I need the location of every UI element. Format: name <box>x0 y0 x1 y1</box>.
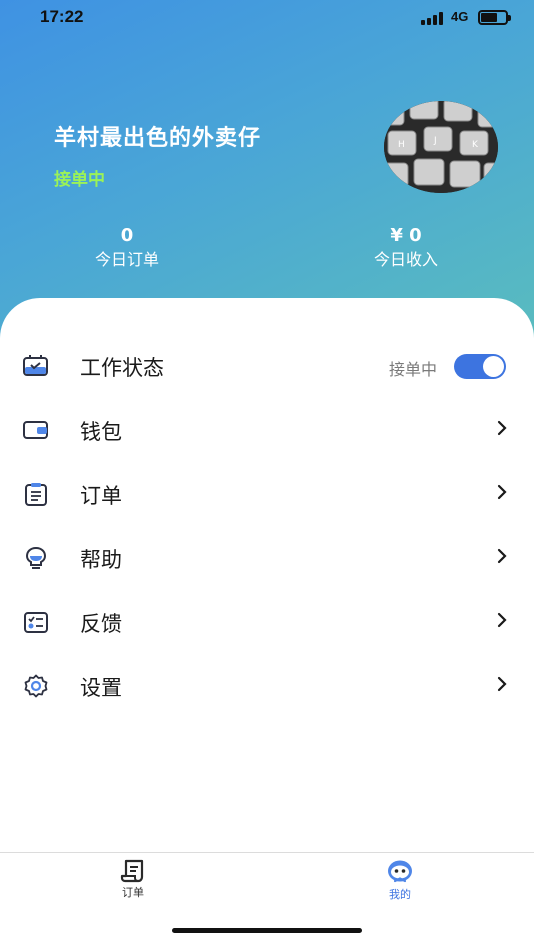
signal-icon <box>421 12 447 25</box>
menu-item-help[interactable]: 帮助 <box>0 526 534 590</box>
menu-item-orders[interactable]: 订单 <box>0 462 534 526</box>
menu-item-feedback[interactable]: 反馈 <box>0 590 534 654</box>
tab-label: 我的 <box>389 888 411 901</box>
avatar[interactable]: H J K <box>384 101 498 193</box>
status-time: 17:22 <box>40 7 84 26</box>
menu-item-work-status: 工作状态 接单中 <box>0 334 534 398</box>
status-bar: 17:22 4G <box>0 0 534 36</box>
order-receipt-icon <box>120 859 144 883</box>
stat-value: 0 <box>120 225 134 246</box>
wallet-icon <box>23 421 48 439</box>
tab-label: 订单 <box>122 886 144 899</box>
profile-header: 17:22 4G 羊村最出色的外卖仔 接单中 H J K 0 今日订单 ¥ 0 … <box>0 0 534 340</box>
chevron-right-icon <box>497 484 507 500</box>
chevron-right-icon <box>497 676 507 692</box>
tab-bar: 订单 我的 <box>0 852 534 950</box>
menu-label: 帮助 <box>80 548 122 572</box>
menu-item-settings[interactable]: 设置 <box>0 654 534 718</box>
menu-label: 订单 <box>80 484 122 508</box>
stat-value: ¥ 0 <box>390 225 422 246</box>
checklist-icon <box>24 612 48 633</box>
lightbulb-icon <box>25 546 47 569</box>
network-type: 4G <box>451 9 469 24</box>
menu-label: 工作状态 <box>80 356 164 380</box>
profile-status: 接单中 <box>54 170 105 190</box>
keyboard-photo-icon: H J K <box>384 101 498 193</box>
work-status-icon <box>23 355 48 376</box>
tab-orders[interactable]: 订单 <box>103 859 163 900</box>
gear-icon <box>24 674 48 698</box>
menu-item-wallet[interactable]: 钱包 <box>0 398 534 462</box>
stat-label: 今日订单 <box>94 250 159 269</box>
work-status-toggle[interactable] <box>454 354 506 379</box>
toggle-status-text: 接单中 <box>389 360 438 379</box>
chevron-right-icon <box>497 612 507 628</box>
menu-label: 钱包 <box>80 420 122 444</box>
svg-text:J: J <box>433 136 437 146</box>
svg-text:H: H <box>398 140 405 150</box>
toggle-knob <box>483 356 504 377</box>
tab-mine[interactable]: 我的 <box>370 859 430 902</box>
clipboard-icon <box>25 483 47 506</box>
stat-today-orders: 0 今日订单 <box>47 224 207 271</box>
stat-label: 今日收入 <box>373 250 438 269</box>
menu-label: 设置 <box>80 676 122 700</box>
stat-today-income: ¥ 0 今日收入 <box>326 224 486 271</box>
chevron-right-icon <box>497 420 507 436</box>
chevron-right-icon <box>497 548 507 564</box>
battery-icon <box>478 10 511 25</box>
profile-name: 羊村最出色的外卖仔 <box>54 126 262 151</box>
home-indicator <box>172 928 362 933</box>
menu-sheet: 工作状态 接单中 钱包 订单 帮助 反馈 设置 <box>0 298 534 854</box>
menu-label: 反馈 <box>80 612 122 636</box>
robot-face-icon <box>388 860 412 883</box>
